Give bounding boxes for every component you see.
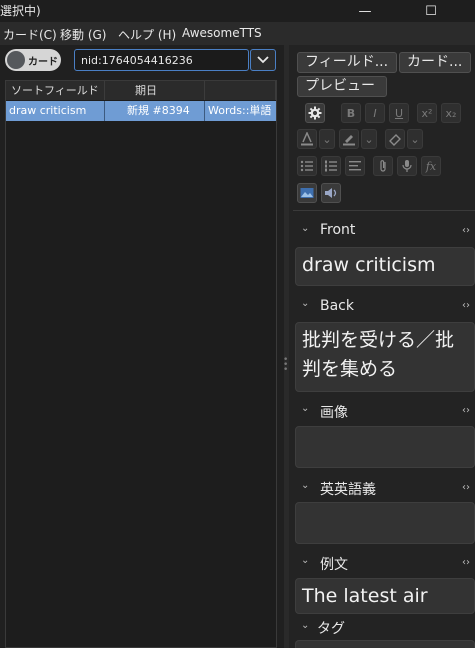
field-label-front: Front xyxy=(320,222,356,238)
microphone-icon[interactable] xyxy=(397,156,417,176)
menu-go[interactable]: 移動 (G) xyxy=(60,26,106,43)
window-title: 選択中) xyxy=(0,4,41,18)
menu-help[interactable]: ヘルプ (H) xyxy=(118,26,176,43)
field-label-definition: 英英語義 xyxy=(320,482,376,498)
field-label-back: Back xyxy=(320,298,354,314)
chevron-down-icon[interactable]: ⌄ xyxy=(361,129,377,149)
text-color-icon[interactable] xyxy=(297,129,317,149)
html-editor-toggle-icon[interactable]: ‹› xyxy=(462,300,470,311)
card-table xyxy=(5,80,277,648)
cell-tags: Words::単語 xyxy=(205,101,276,121)
math-icon[interactable]: fx xyxy=(421,156,441,176)
field-editor-definition[interactable] xyxy=(295,502,475,544)
toggle-label: カード xyxy=(28,57,58,68)
subscript-button[interactable]: x₂ xyxy=(441,103,461,123)
chevron-down-icon[interactable]: ⌄ xyxy=(301,480,309,491)
highlight-icon[interactable] xyxy=(339,129,359,149)
tag-editor[interactable] xyxy=(295,640,475,648)
field-editor-example[interactable]: The latest air xyxy=(295,578,475,614)
chevron-down-icon[interactable]: ⌄ xyxy=(301,403,309,414)
gear-icon[interactable] xyxy=(305,103,325,123)
chevron-down-icon[interactable]: ⌄ xyxy=(301,223,309,234)
title-bar xyxy=(0,0,475,22)
bullet-list-icon[interactable] xyxy=(297,156,317,176)
fields-button[interactable]: フィールド... xyxy=(297,52,397,73)
image-occlusion-icon[interactable] xyxy=(297,183,317,203)
italic-button[interactable]: I xyxy=(365,103,385,123)
column-header-due[interactable]: 期日 xyxy=(105,81,205,100)
chevron-down-icon[interactable]: ⌄ xyxy=(301,298,309,309)
maximize-icon[interactable]: ☐ xyxy=(409,0,453,22)
align-icon[interactable] xyxy=(345,156,365,176)
field-label-image: 画像 xyxy=(320,405,348,421)
search-input[interactable] xyxy=(74,49,249,71)
numbered-list-icon[interactable] xyxy=(321,156,341,176)
field-editor-back[interactable]: 批判を受ける／批判を集める xyxy=(295,322,475,392)
chevron-down-icon[interactable]: ⌄ xyxy=(301,555,309,566)
superscript-button[interactable]: x² xyxy=(417,103,437,123)
toolbar-divider xyxy=(293,210,475,211)
menu-cards[interactable]: カード(C) xyxy=(3,26,57,43)
eraser-icon[interactable] xyxy=(385,129,405,149)
html-editor-toggle-icon[interactable]: ‹› xyxy=(462,225,470,236)
tts-speaker-icon[interactable] xyxy=(321,183,341,203)
bold-button[interactable]: B xyxy=(341,103,361,123)
toggle-knob xyxy=(7,51,25,69)
underline-button[interactable]: U xyxy=(389,103,409,123)
html-editor-toggle-icon[interactable]: ‹› xyxy=(462,557,470,568)
minimize-icon[interactable]: — xyxy=(343,0,387,22)
field-editor-front[interactable]: draw criticism xyxy=(295,247,475,286)
cell-due: 新規 #8394 xyxy=(105,101,205,121)
preview-button[interactable]: プレビュー xyxy=(297,76,387,97)
cell-sort-field: draw criticism xyxy=(6,101,105,121)
field-label-tags: タグ xyxy=(317,621,345,637)
pane-splitter-handle[interactable]: • • • xyxy=(283,356,288,375)
chevron-down-icon[interactable]: ⌄ xyxy=(319,129,335,149)
html-editor-toggle-icon[interactable]: ‹› xyxy=(462,405,470,416)
column-header-tags[interactable] xyxy=(205,81,276,100)
chevron-down-icon[interactable]: ⌄ xyxy=(407,129,423,149)
chevron-down-icon[interactable]: ⌄ xyxy=(301,620,309,631)
field-label-example: 例文 xyxy=(320,557,348,573)
chevron-down-icon[interactable] xyxy=(250,49,276,71)
column-header-sort-field[interactable]: ソートフィールド xyxy=(6,81,105,100)
paperclip-icon[interactable] xyxy=(373,156,393,176)
field-editor-image[interactable] xyxy=(295,426,475,468)
html-editor-toggle-icon[interactable]: ‹› xyxy=(462,482,470,493)
menu-awesometts[interactable]: AwesomeTTS xyxy=(182,26,262,40)
cards-button[interactable]: カード... xyxy=(399,52,471,73)
